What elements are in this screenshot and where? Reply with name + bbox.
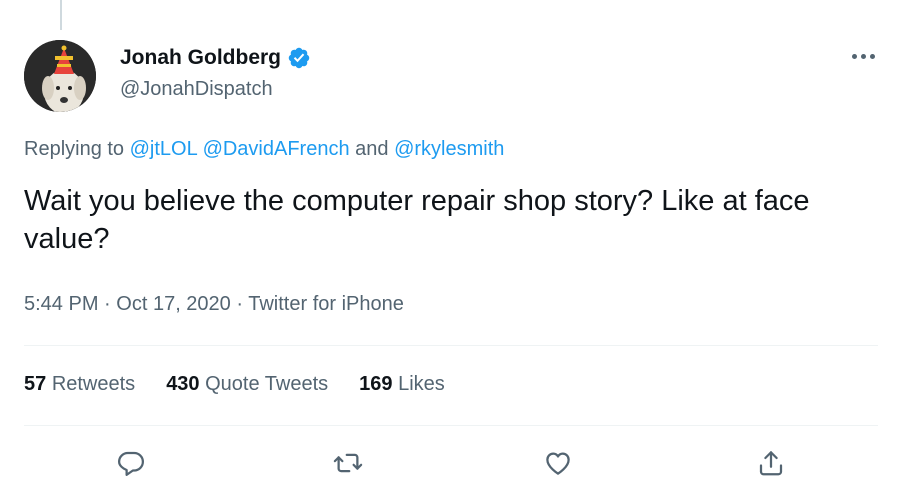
author-name[interactable]: Jonah Goldberg (120, 46, 311, 70)
divider (24, 425, 878, 426)
more-dot (860, 53, 866, 59)
mention-link[interactable]: @DavidAFrench (203, 138, 350, 160)
avatar-image (24, 40, 96, 112)
retweets-count: 57 (24, 373, 47, 395)
meta-separator: · (104, 293, 111, 315)
reply-button[interactable] (114, 446, 148, 480)
author-name-text: Jonah Goldberg (120, 46, 282, 69)
replying-to-line: Replying to @jtLOL @DavidAFrench and @rk… (24, 138, 504, 161)
replying-to-prefix: Replying to (24, 138, 125, 160)
heart-icon (546, 452, 570, 475)
action-bar (0, 446, 900, 482)
share-icon (759, 451, 783, 476)
divider (24, 345, 878, 346)
replying-to-conjunction: and (355, 138, 389, 160)
likes-stat[interactable]: 169 Likes (359, 373, 445, 396)
engagement-stats: 57 Retweets 430 Quote Tweets 169 Likes (24, 373, 476, 396)
reply-icon (118, 451, 144, 476)
share-button[interactable] (754, 446, 788, 480)
author-handle[interactable]: @JonahDispatch (120, 78, 273, 101)
tweet-date[interactable]: Oct 17, 2020 (116, 293, 231, 315)
mention-link[interactable]: @jtLOL (130, 138, 197, 160)
retweets-label: Retweets (51, 373, 136, 395)
mention-link[interactable]: @rkylesmith (394, 138, 504, 160)
quote-tweets-count: 430 (166, 373, 200, 395)
thread-connector-line (60, 0, 62, 30)
more-dot (851, 53, 857, 59)
retweet-icon (333, 453, 363, 473)
quote-tweets-label: Quote Tweets (205, 373, 329, 395)
tweet-metadata: 5:44 PM · Oct 17, 2020 · Twitter for iPh… (24, 293, 404, 316)
more-options-icon[interactable] (846, 46, 880, 66)
likes-count: 169 (359, 373, 393, 395)
tweet-time[interactable]: 5:44 PM (24, 293, 98, 315)
tweet-source[interactable]: Twitter for iPhone (248, 293, 404, 315)
avatar[interactable] (24, 40, 96, 112)
more-dot (869, 53, 875, 59)
tweet-text: Wait you believe the computer repair sho… (24, 185, 810, 255)
retweet-button[interactable] (331, 446, 365, 480)
likes-label: Likes (398, 373, 445, 395)
meta-separator: · (236, 293, 244, 315)
retweets-stat[interactable]: 57 Retweets (24, 373, 135, 396)
verified-badge-icon (288, 47, 310, 69)
quote-tweets-stat[interactable]: 430 Quote Tweets (166, 373, 328, 396)
like-button[interactable] (541, 446, 575, 480)
